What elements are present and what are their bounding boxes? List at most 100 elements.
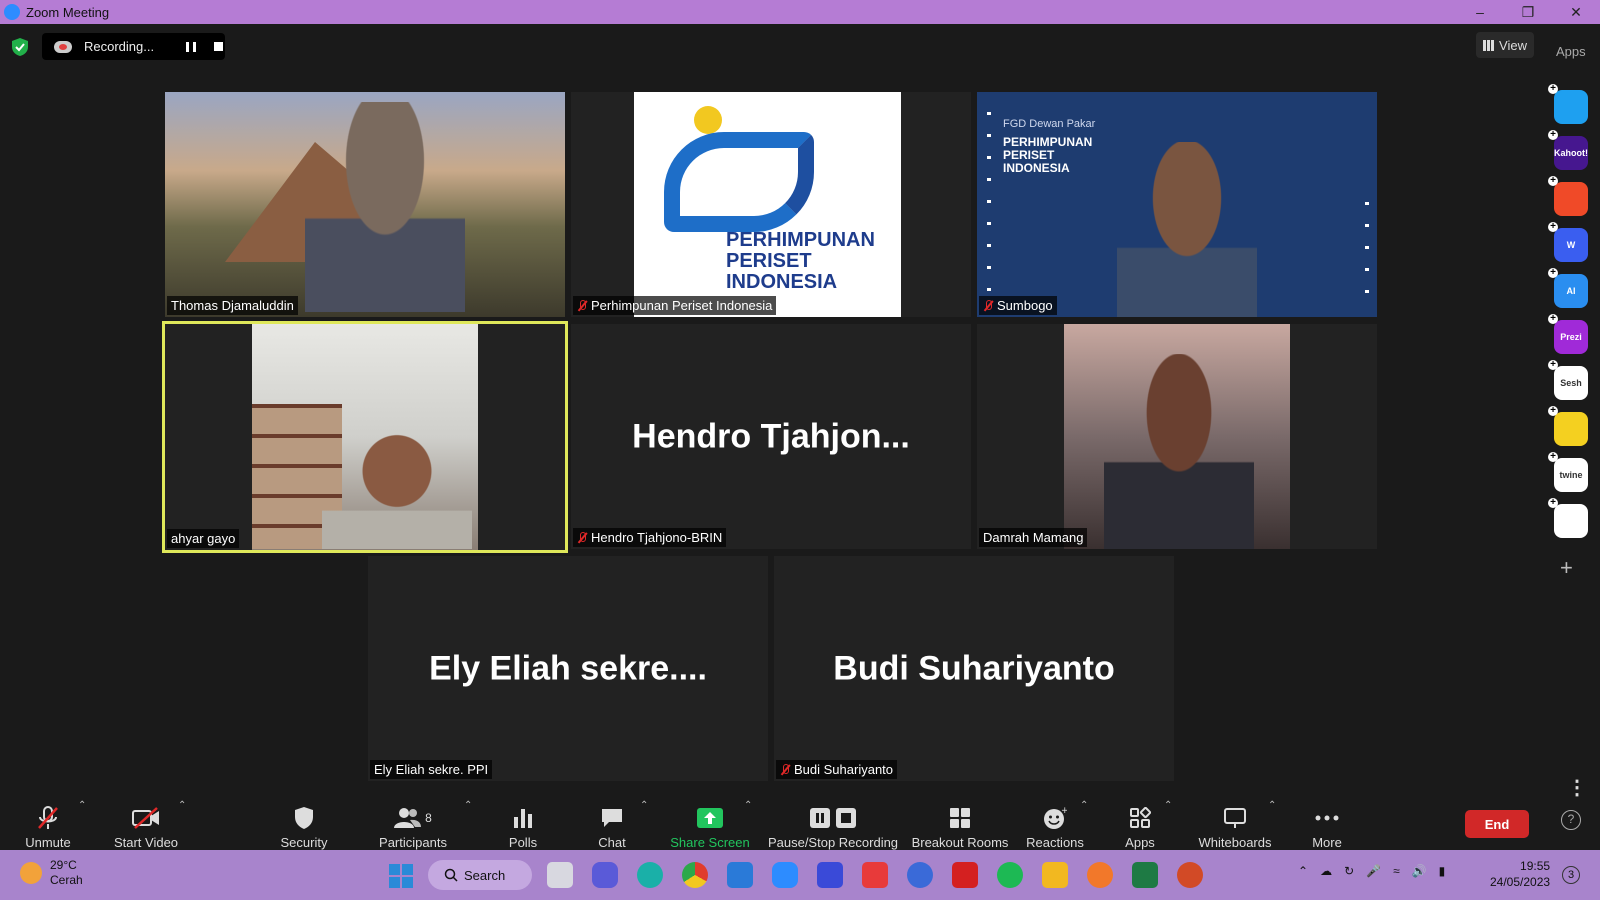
reactions-button[interactable]: + Reactions [1022,796,1088,850]
unmute-button[interactable]: Unmute [22,796,74,850]
notification-count[interactable]: 3 [1562,866,1580,884]
muted-mic-icon [577,299,587,312]
more-vertical-icon[interactable]: ⋮ [1567,775,1587,800]
cloud-icon[interactable]: ☁ [1320,864,1332,878]
more-button[interactable]: More [1308,796,1346,850]
twine-icon[interactable]: + twine [1548,452,1588,492]
breakout-rooms-button[interactable]: Breakout Rooms [910,796,1010,850]
firefox-icon[interactable] [1087,862,1113,888]
participant-tile-active-speaker[interactable]: ahyar gayo [162,321,568,553]
minimize-button[interactable]: – [1456,0,1504,24]
zoom-app-icon[interactable] [772,862,798,888]
powerpoint-icon[interactable] [1177,862,1203,888]
end-meeting-button[interactable]: End [1465,810,1529,838]
muted-mic-icon [577,531,587,544]
reactions-options-caret[interactable]: ⌃ [1080,800,1088,811]
spotify-icon[interactable] [997,862,1023,888]
participant-tile[interactable]: FGD Dewan Pakar PERHIMPUNAN PERISET INDO… [977,92,1377,317]
chevron-up-icon[interactable]: ⌃ [1298,864,1308,878]
security-button[interactable]: Security [278,796,330,850]
participants-options-caret[interactable]: ⌃ [464,800,472,811]
app-red-icon[interactable]: + [1548,176,1588,216]
add-app-plus-icon[interactable]: + [1548,176,1558,186]
add-app-plus-icon[interactable]: + [1548,360,1558,370]
blocks-app-icon[interactable]: + [1548,498,1588,538]
audio-options-caret[interactable]: ⌃ [78,800,86,811]
app-icon[interactable] [862,862,888,888]
pitch-icon[interactable]: + [1548,84,1588,124]
cloud-recording-icon [54,40,72,53]
view-button[interactable]: View [1476,32,1534,58]
add-app-plus-icon[interactable]: + [1548,452,1558,462]
file-explorer-icon[interactable] [1042,862,1068,888]
wifi-icon[interactable]: ≈ [1393,864,1400,878]
add-app-plus-icon[interactable]: + [1548,268,1558,278]
teams-chat-icon[interactable] [592,862,618,888]
participants-button[interactable]: 8 Participants [378,796,448,850]
system-tray: ⌃ ☁ ↻ 🎤 ≈ 🔊 ▮ [1298,864,1445,878]
app-icon[interactable] [817,862,843,888]
pause-stop-icon [809,805,857,831]
emoji-app-icon[interactable]: + [1548,406,1588,446]
participant-tile[interactable]: Hendro Tjahjon... Hendro Tjahjono-BRIN [571,324,971,549]
apps-options-caret[interactable]: ⌃ [1164,800,1172,811]
prezi-icon[interactable]: + Prezi [1548,314,1588,354]
clock[interactable]: 19:55 24/05/2023 [1490,858,1550,890]
participant-tile[interactable]: Ely Eliah sekre.... Ely Eliah sekre. PPI [368,556,768,781]
participant-tile[interactable]: Damrah Mamang [977,324,1377,549]
weather-widget[interactable]: 29°C Cerah [20,858,83,888]
chat-button[interactable]: Chat [594,796,630,850]
participant-tile[interactable]: PERHIMPUNAN PERISET INDONESIA Perhimpuna… [571,92,971,317]
participant-tile[interactable]: Budi Suhariyanto Budi Suhariyanto [774,556,1174,781]
svg-text:+: + [1061,806,1067,816]
apps-button[interactable]: Apps [1120,796,1160,850]
start-video-button[interactable]: Start Video [110,796,182,850]
kahoot-icon[interactable]: + Kahoot! [1548,130,1588,170]
add-app-plus-icon[interactable]: + [1548,498,1558,508]
restore-button[interactable]: ❐ [1504,0,1552,24]
taskbar-search[interactable]: Search [428,860,532,890]
ai-icon[interactable]: + AI [1548,268,1588,308]
pause-recording-icon[interactable] [186,41,196,52]
app-icon[interactable] [907,862,933,888]
apps-label: Apps [1125,835,1155,850]
chat-icon [600,805,624,831]
microphone-icon[interactable]: 🎤 [1366,864,1381,878]
close-button[interactable]: ✕ [1552,0,1600,24]
add-app-icon[interactable]: + [1560,555,1573,581]
windows-start-icon[interactable] [389,864,413,888]
share-screen-button[interactable]: Share Screen [670,796,750,850]
whiteboards-button[interactable]: Whiteboards [1192,796,1278,850]
edge-browser-icon[interactable] [637,862,663,888]
mail-icon[interactable] [727,862,753,888]
add-app-plus-icon[interactable]: + [1548,314,1558,324]
chat-options-caret[interactable]: ⌃ [640,800,648,811]
task-view-icon[interactable] [547,862,573,888]
sync-icon[interactable]: ↻ [1344,864,1354,878]
chrome-browser-icon[interactable] [682,862,708,888]
volume-icon[interactable]: 🔊 [1412,864,1427,878]
add-app-plus-icon[interactable]: + [1548,84,1558,94]
whiteboards-options-caret[interactable]: ⌃ [1268,800,1276,811]
polls-button[interactable]: Polls [500,796,546,850]
sesh-icon[interactable]: + Sesh [1548,360,1588,400]
add-app-plus-icon[interactable]: + [1548,406,1558,416]
share-options-caret[interactable]: ⌃ [744,800,752,811]
excel-icon[interactable] [1132,862,1158,888]
encryption-shield-icon[interactable] [12,38,28,56]
participant-name-tag: Budi Suhariyanto [776,760,898,779]
wooclap-icon[interactable]: + W [1548,222,1588,262]
battery-icon[interactable]: ▮ [1439,864,1446,878]
add-app-plus-icon[interactable]: + [1548,222,1558,232]
participant-tile[interactable]: Thomas Djamaluddin [165,92,565,317]
pause-stop-recording-button[interactable]: Pause/Stop Recording [768,796,898,850]
participant-name-tag: Ely Eliah sekre. PPI [370,760,493,779]
participant-name: Ely Eliah sekre. PPI [374,762,489,777]
help-icon[interactable]: ? [1561,810,1581,830]
acrobat-icon[interactable] [952,862,978,888]
video-options-caret[interactable]: ⌃ [178,800,186,811]
app-label: twine [1559,470,1583,480]
stop-recording-icon[interactable] [214,42,223,51]
add-app-plus-icon[interactable]: + [1548,130,1558,140]
participant-name-tag: Thomas Djamaluddin [167,296,298,315]
